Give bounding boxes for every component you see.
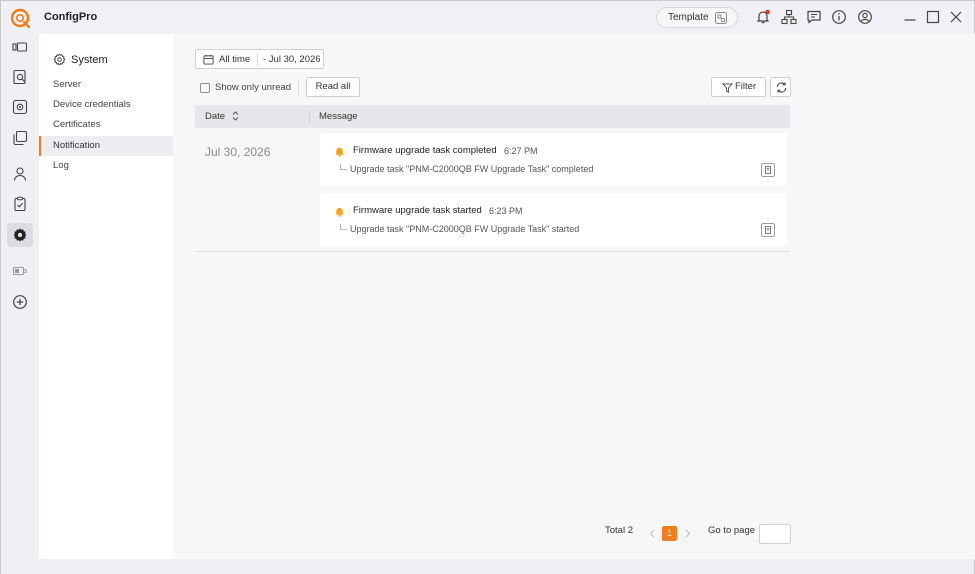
table-bottom-border [195,251,790,252]
app-window: ConfigPro Template System Server Device … [0,0,975,574]
maximize-icon[interactable] [926,10,940,24]
date-from: All time [219,54,251,65]
goto-page-input[interactable] [759,524,791,544]
titlebar: ConfigPro Template [1,1,974,34]
current-page[interactable]: 1 [662,526,677,541]
settings-icon [53,53,66,66]
notification-bell-icon [335,207,344,217]
minimize-icon[interactable] [903,10,917,24]
sidebar-item-server[interactable]: Server [39,75,173,95]
icon-rail [1,34,39,574]
notification-card[interactable]: Firmware upgrade task started 6:23 PM Up… [320,193,787,246]
goto-page-label: Go to page [708,525,756,536]
battery-icon[interactable] [12,263,28,279]
info-icon[interactable] [831,9,847,25]
template-button-label: Template [668,12,709,23]
notification-detail: Upgrade task "PNM-C2000QB FW Upgrade Tas… [350,164,594,174]
refresh-icon [776,82,787,93]
template-button[interactable]: Template [656,7,738,28]
date-to: - Jul 30, 2026 [263,54,321,65]
sidebar-item-device-credentials[interactable]: Device credentials [39,95,173,115]
next-page-icon[interactable] [685,529,691,538]
add-circle-icon[interactable] [12,294,28,310]
calendar-icon [203,54,214,65]
filter-icon [722,83,733,93]
column-header-message: Message [319,111,358,122]
app-logo-icon [10,8,31,29]
show-unread-label[interactable]: Show only unread [215,82,291,93]
user-icon[interactable] [857,9,873,25]
notification-bell-icon [335,147,344,157]
read-all-button[interactable]: Read all [306,77,360,97]
layers-icon[interactable] [12,130,28,146]
bell-icon[interactable] [755,9,771,25]
search-doc-icon[interactable] [12,69,28,85]
main-content: All time - Jul 30, 2026 Show only unread… [173,34,975,559]
total-count: Total 2 [605,525,633,536]
clipboard-icon[interactable] [12,196,28,212]
column-header-date[interactable]: Date [205,111,225,122]
sort-icon[interactable] [232,110,239,122]
network-icon[interactable] [781,9,797,25]
chat-icon[interactable] [806,9,822,25]
notification-title: Firmware upgrade task started [353,205,482,216]
document-icon[interactable] [761,223,775,237]
sidebar-title: System [71,54,108,66]
notification-card[interactable]: Firmware upgrade task completed 6:27 PM … [320,133,787,186]
sidebar-item-log[interactable]: Log [39,156,173,176]
show-unread-checkbox[interactable] [200,83,210,93]
template-icon [715,12,727,24]
date-separator [257,53,258,66]
bottom-strip [1,559,974,574]
sidebar-item-notification[interactable]: Notification [39,136,173,156]
tree-branch [340,224,347,230]
tree-branch [340,164,347,170]
filter-button[interactable]: Filter [711,77,766,97]
sidebar-item-certificates[interactable]: Certificates [39,115,173,135]
document-icon[interactable] [761,163,775,177]
table-header: Date Message [195,105,790,128]
column-separator [309,110,310,123]
sidebar: System Server Device credentials Certifi… [39,34,173,559]
devices-icon[interactable] [12,39,28,55]
settings-box-icon[interactable] [12,99,28,115]
gear-icon[interactable] [12,227,28,243]
app-title: ConfigPro [44,11,98,23]
date-range-picker[interactable]: All time - Jul 30, 2026 [195,49,324,69]
notification-detail: Upgrade task "PNM-C2000QB FW Upgrade Tas… [350,224,580,234]
notification-time: 6:27 PM [504,146,538,156]
toolbar-divider [298,79,299,96]
prev-page-icon[interactable] [649,529,655,538]
notification-title: Firmware upgrade task completed [353,145,497,156]
close-icon[interactable] [949,10,963,24]
group-date: Jul 30, 2026 [205,145,271,159]
filter-button-label: Filter [735,81,757,92]
person-icon[interactable] [12,166,28,182]
refresh-button[interactable] [770,77,791,97]
notification-time: 6:23 PM [489,206,523,216]
